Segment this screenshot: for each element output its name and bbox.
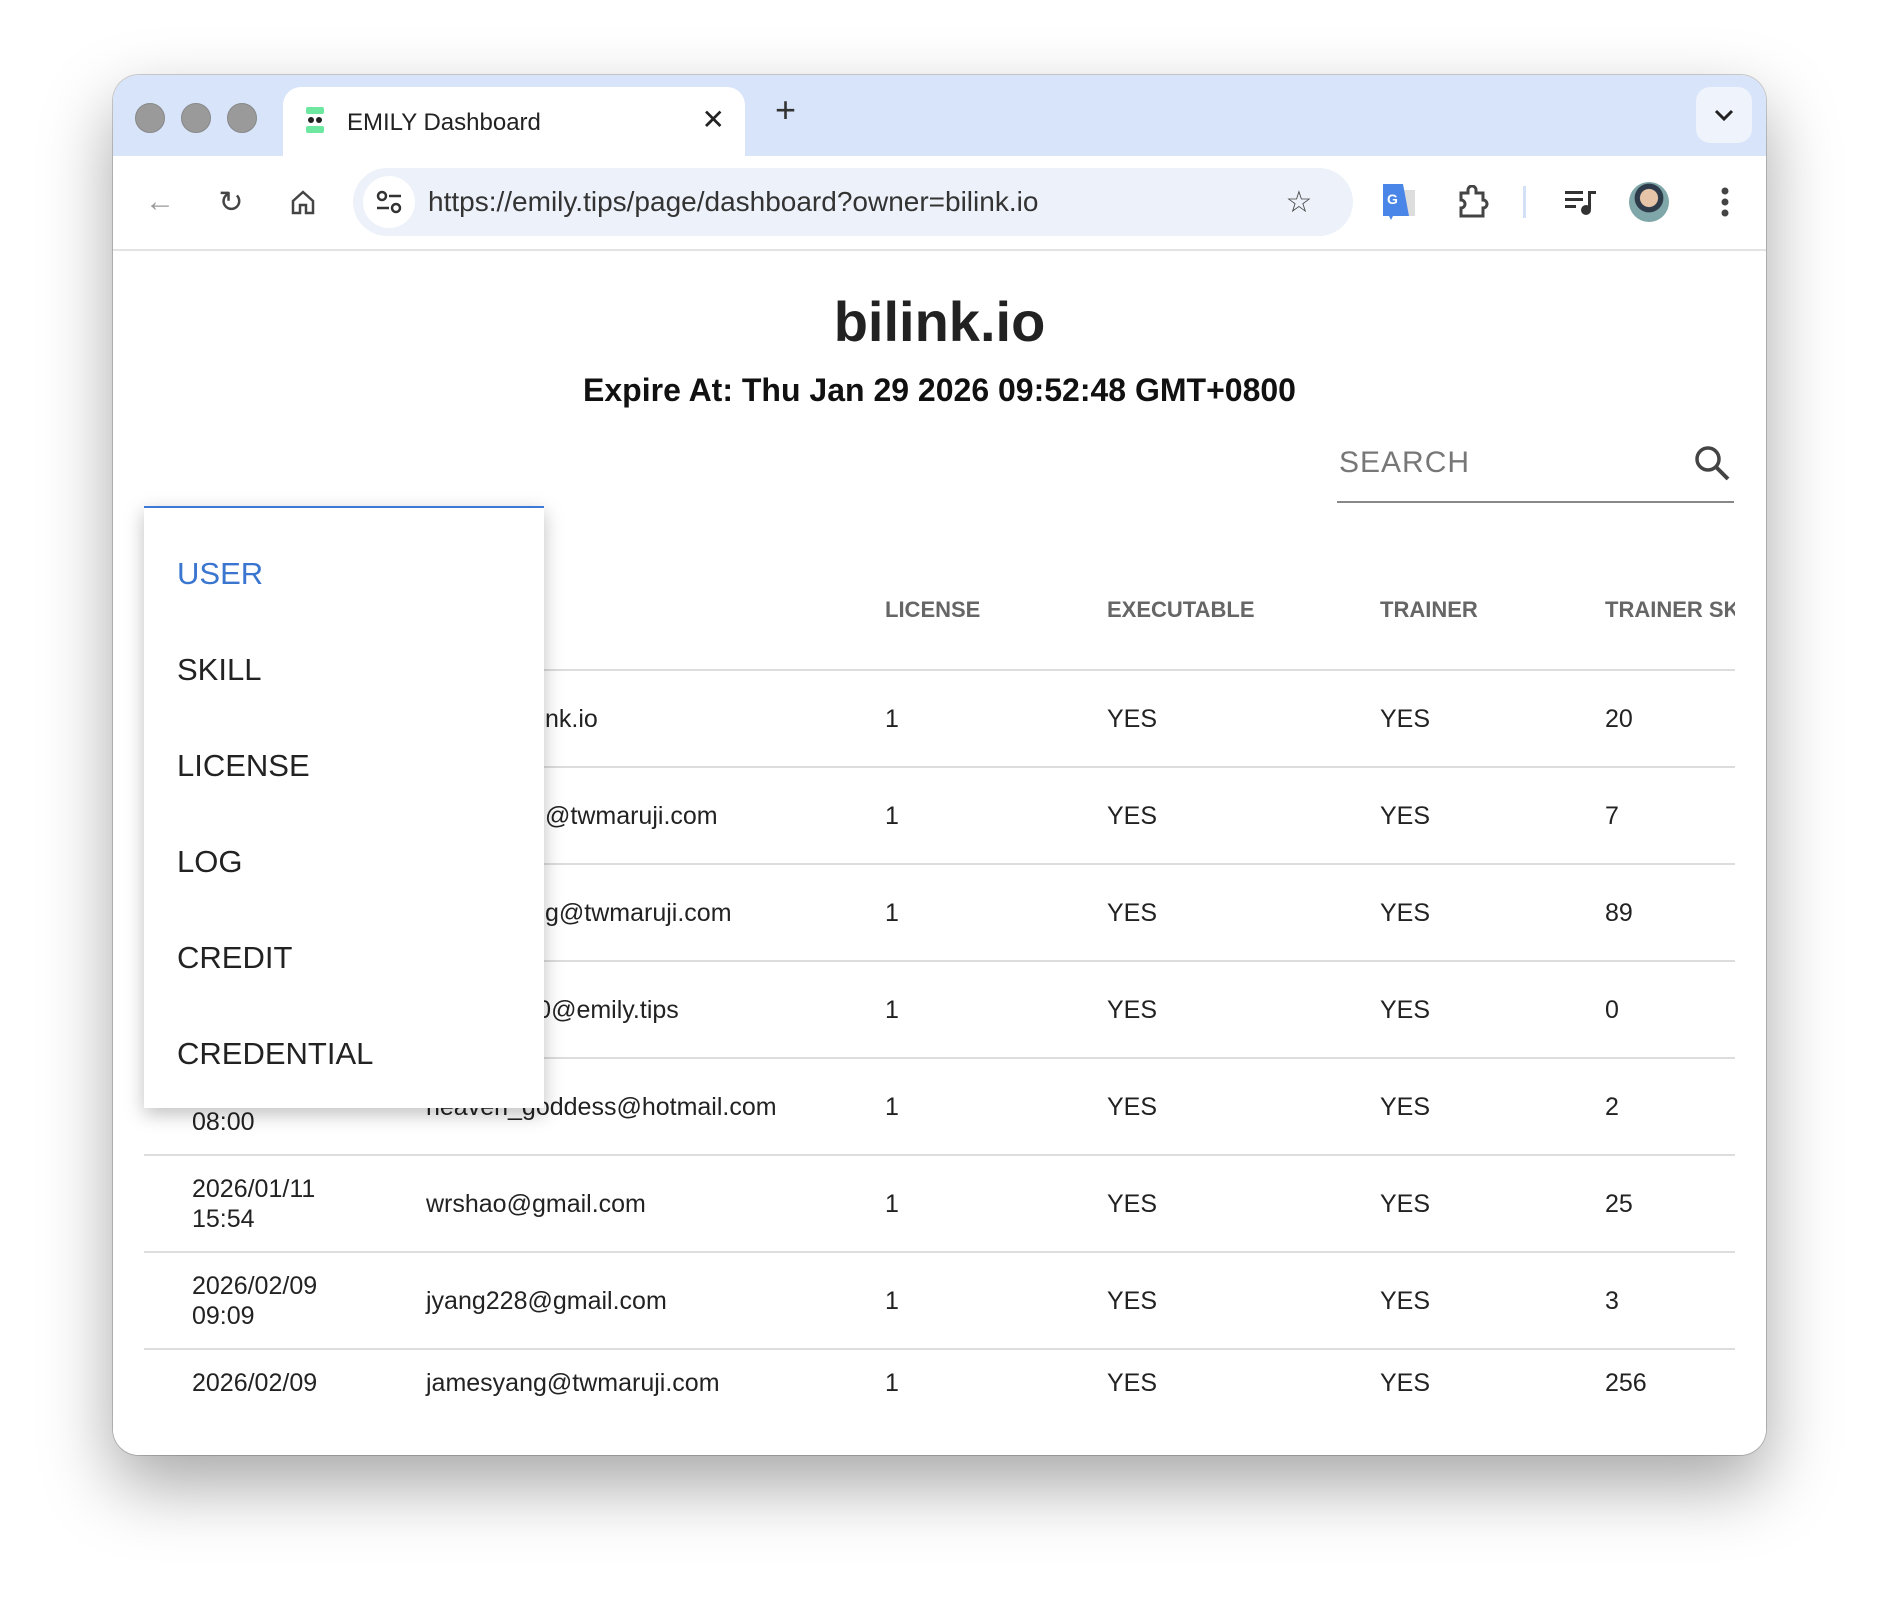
cell-trainer: YES [1380,1155,1605,1253]
url-text[interactable]: https://emily.tips/page/dashboard?owner=… [428,186,1038,218]
home-icon[interactable] [281,180,325,224]
emily-favicon-icon [306,107,324,133]
menu-item-user[interactable]: USER [144,526,544,622]
cell-trainer: YES [1380,1058,1605,1156]
page-title: bilink.io [833,290,1046,353]
cell-trainer-skill: 25 [1605,1155,1735,1253]
date-text: 2026/02/09 [192,1369,318,1397]
cell-license: 1 [885,1252,1107,1350]
column-header[interactable]: TRAINER SK [1605,551,1735,671]
column-header[interactable]: LICENSE [885,551,1107,671]
page-content: bilink.io Expire At: Thu Jan 29 2026 09:… [113,251,1766,1455]
search-icon[interactable] [1692,443,1732,483]
menu-item-log[interactable]: LOG [144,814,544,910]
cell-trainer-skill: 3 [1605,1252,1735,1350]
reload-icon[interactable]: ↻ [209,180,253,224]
cell-executable: YES [1107,864,1380,962]
cell-trainer-skill: 256 [1605,1349,1735,1455]
cell-license: 1 [885,961,1107,1059]
cell-email: wrshao@gmail.com [426,1155,885,1253]
tab-title: EMILY Dashboard [347,109,541,136]
cell-license: 1 [885,1058,1107,1156]
svg-text:G: G [1387,191,1398,207]
new-tab-plus-icon[interactable]: + [775,89,796,131]
cell-license: 1 [885,670,1107,768]
cell-trainer-skill: 7 [1605,767,1735,865]
column-header[interactable]: TRAINER [1380,551,1605,671]
cell-executable: YES [1107,961,1380,1059]
close-tab-icon[interactable]: ✕ [702,103,725,136]
time-text: 15:54 [192,1204,255,1233]
date-text: 2026/01/11 [192,1174,316,1203]
browser-toolbar: ← ↻ https://emily.tips/page/dashboard?ow… [113,156,1766,251]
table-row[interactable]: 2026/01/11 15:54 wrshao@gmail.com 1 YES YES 25 [144,1155,1735,1253]
cell-trainer-skill: 0 [1605,961,1735,1059]
extensions-icon[interactable] [1452,180,1496,224]
date-text: 2026/02/09 [192,1271,318,1300]
cell-trainer-skill: 89 [1605,864,1735,962]
cell-trainer: YES [1380,864,1605,962]
table-row[interactable]: 2026/02/09 09:09 jyang228@gmail.com 1 YES YES… [144,1252,1735,1350]
cell-date: 2026/02/09 09:09 [144,1252,426,1350]
tab-emily-dashboard[interactable]: EMILY Dashboard ✕ [283,87,745,156]
back-icon[interactable]: ← [138,180,182,224]
time-text: 08:00 [192,1107,255,1136]
cell-license: 1 [885,1349,1107,1455]
table-row[interactable]: 2026/02/09 jamesyang@twmaruji.com 1 YES YES 2… [144,1349,1735,1455]
profile-avatar[interactable] [1629,182,1669,222]
cell-executable: YES [1107,767,1380,865]
close-window-button[interactable] [135,103,165,133]
expire-text: Expire At: Thu Jan 29 2026 09:52:48 GMT+… [583,372,1296,408]
cell-trainer-skill: 20 [1605,670,1735,768]
cell-email: jamesyang@twmaruji.com [426,1349,885,1455]
cell-license: 1 [885,864,1107,962]
google-translate-icon[interactable]: G [1378,180,1422,224]
column-header[interactable]: EXECUTABLE [1107,551,1380,671]
bookmark-star-icon[interactable]: ☆ [1277,180,1321,224]
toolbar-divider [1523,186,1526,218]
minimize-window-button[interactable] [181,103,211,133]
cell-trainer: YES [1380,767,1605,865]
cell-trainer: YES [1380,1252,1605,1350]
more-menu-icon[interactable] [1703,180,1747,224]
address-bar[interactable]: https://emily.tips/page/dashboard?owner=… [353,168,1353,236]
search-field[interactable] [1337,437,1734,503]
cell-trainer-skill: 2 [1605,1058,1735,1156]
maximize-window-button[interactable] [227,103,257,133]
cell-executable: YES [1107,670,1380,768]
tab-list-chevron-icon[interactable] [1696,87,1752,143]
media-playlist-icon[interactable] [1559,180,1603,224]
browser-window: EMILY Dashboard ✕ + ← ↻ https://emily.ti… [113,75,1766,1455]
cell-trainer: YES [1380,670,1605,768]
cell-executable: YES [1107,1058,1380,1156]
section-dropdown-menu: USER SKILL LICENSE LOG CREDIT CREDENTIAL [144,506,544,1108]
search-input[interactable] [1337,445,1681,481]
cell-date: 2026/02/09 [144,1349,426,1455]
cell-executable: YES [1107,1252,1380,1350]
cell-trainer: YES [1380,961,1605,1059]
cell-executable: YES [1107,1349,1380,1455]
cell-trainer: YES [1380,1349,1605,1455]
menu-item-credit[interactable]: CREDIT [144,910,544,1006]
menu-item-credential[interactable]: CREDENTIAL [144,1006,544,1102]
menu-item-skill[interactable]: SKILL [144,622,544,718]
tab-bar: EMILY Dashboard ✕ + [113,75,1766,156]
cell-email: jyang228@gmail.com [426,1252,885,1350]
site-settings-icon[interactable] [363,176,415,228]
menu-item-license[interactable]: LICENSE [144,718,544,814]
cell-license: 1 [885,767,1107,865]
cell-date: 2026/01/11 15:54 [144,1155,426,1253]
cell-executable: YES [1107,1155,1380,1253]
time-text: 09:09 [192,1301,255,1330]
cell-license: 1 [885,1155,1107,1253]
